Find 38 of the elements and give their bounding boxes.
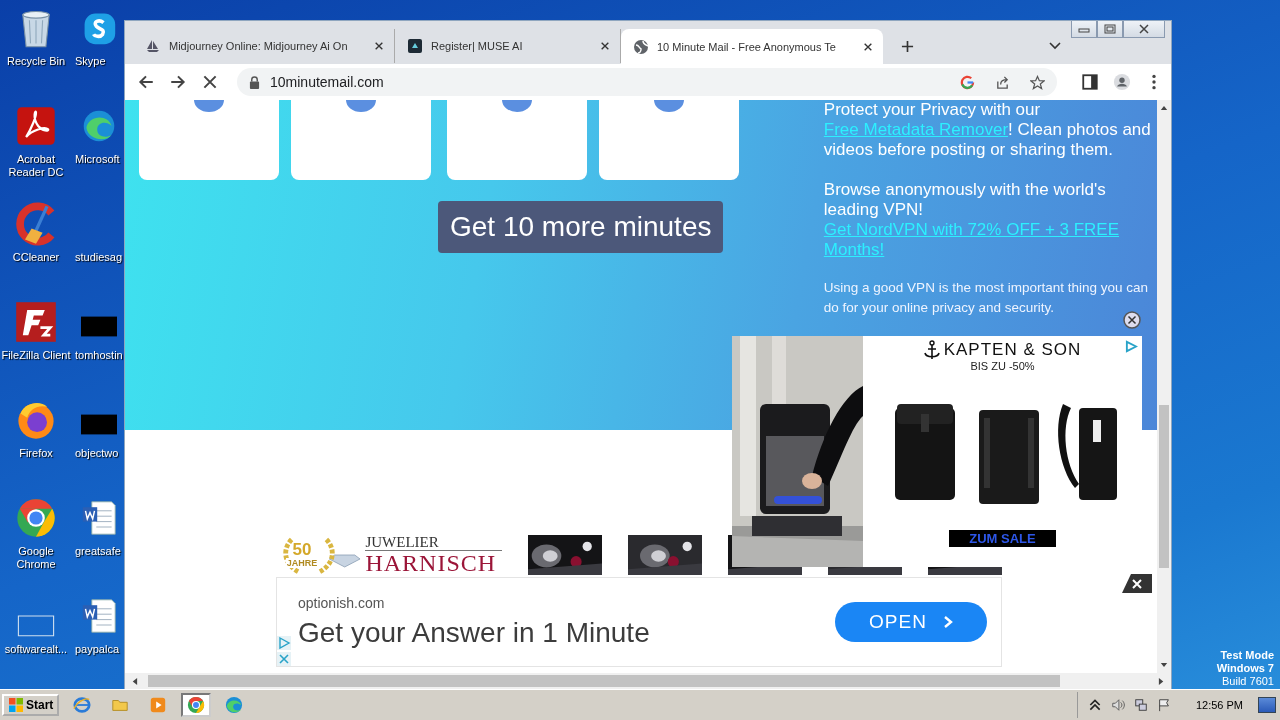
clock[interactable]: 12:56 PM bbox=[1195, 699, 1243, 711]
vpn-text: Browse anonymously with the world's leading VPN! bbox=[823, 180, 1107, 220]
years-label: JAHRE bbox=[285, 558, 319, 568]
desktop-icon-label[interactable]: Acrobat Reader DC bbox=[1, 153, 71, 179]
desktop-icon-label[interactable]: greatsafe bbox=[75, 545, 121, 558]
desktop-icon-label[interactable]: Firefox bbox=[1, 447, 71, 460]
os-notice-text: Windows 7 bbox=[1216, 662, 1274, 675]
os-notice-text: Build 7601 bbox=[1222, 675, 1274, 688]
banner-ad[interactable]: optionish.com Get your Answer in 1 Minute OPEN bbox=[276, 577, 1002, 667]
desktop-icon-label[interactable]: tomhostin bbox=[75, 349, 123, 362]
desktop-icon-label[interactable]: objectwo bbox=[75, 447, 119, 460]
address-field[interactable]: 10minutemail.com bbox=[237, 68, 1057, 96]
browser-tab[interactable]: 10 Minute Mail - Free Anonymous Te bbox=[621, 29, 883, 64]
desktop-icon-label[interactable]: softwarealt... bbox=[1, 643, 71, 656]
desktop-icon-label[interactable]: Skype bbox=[75, 55, 106, 68]
desktop-icon-label[interactable]: CCleaner bbox=[1, 251, 71, 264]
jeweler-name: HARNISCH bbox=[365, 551, 498, 575]
desktop-icon-label[interactable]: FileZilla Client bbox=[1, 349, 71, 362]
more-minutes-button[interactable]: Get 10 more minutes bbox=[438, 201, 724, 253]
start-button[interactable]: Start bbox=[2, 694, 60, 716]
open-button[interactable]: OPEN bbox=[835, 602, 987, 642]
years-number: 50 bbox=[292, 541, 312, 558]
desktop-icon-label[interactable]: paypalca bbox=[75, 643, 120, 656]
desktop-icon-label[interactable]: Recycle Bin bbox=[1, 55, 71, 68]
ad-domain: optionish.com bbox=[298, 595, 386, 611]
offer-text: BIS ZU -50% bbox=[970, 360, 1035, 372]
brand-name: KAPTEN & SON bbox=[943, 340, 1082, 360]
vpn-note: Using a good VPN is the most important thing you can do for your online privacy and security. bbox=[823, 279, 1149, 317]
desktop-icon-label[interactable]: Microsoft bbox=[75, 153, 120, 166]
jeweler-title: JUWELIER bbox=[365, 534, 502, 551]
sale-button[interactable]: ZUM SALE bbox=[949, 530, 1056, 547]
browser-tab[interactable]: Midjourney Online: Midjourney Ai On bbox=[133, 29, 395, 63]
desktop-icon-label[interactable]: Google Chrome bbox=[1, 545, 71, 571]
ad-headline: Get your Answer in 1 Minute bbox=[298, 617, 651, 649]
desktop-icon-label[interactable]: studiesag bbox=[75, 251, 123, 264]
os-notice-text: Test Mode bbox=[1220, 649, 1274, 662]
privacy-paragraph: Protect your Privacy with our Free Metadata Remover! Clean photos and videos before posting or sharing them. bbox=[823, 100, 1152, 160]
browser-tab[interactable]: Register| MUSE AI bbox=[395, 29, 621, 63]
